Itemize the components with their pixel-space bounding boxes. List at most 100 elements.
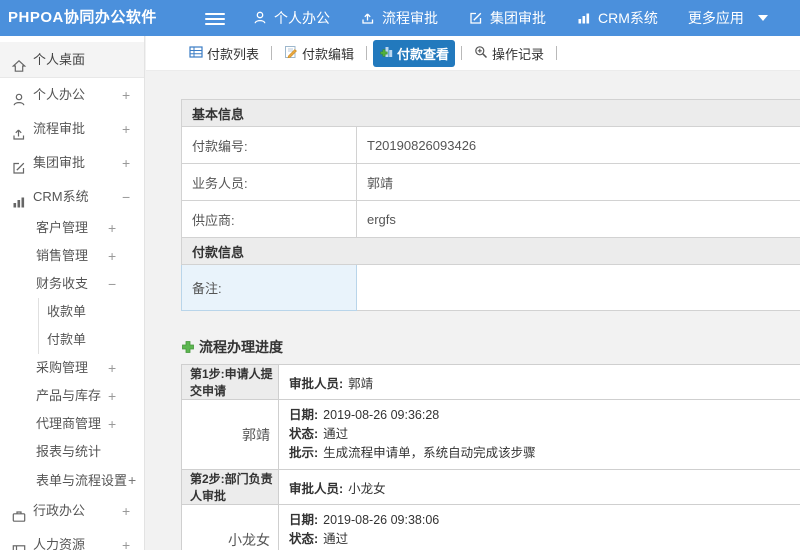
tab-bar: 付款列表 付款编辑 付款查看 操作记录 <box>146 36 800 71</box>
edit-square-icon <box>468 10 484 26</box>
sidebar-item-purchase-management[interactable]: 采购管理 + <box>0 354 144 382</box>
edit-square-icon <box>11 155 27 174</box>
collapse-minus-icon[interactable]: − <box>108 270 116 298</box>
sidebar-item-group-approval[interactable]: 集团审批 + <box>0 146 144 180</box>
tab-separator <box>271 46 273 60</box>
sidebar: 个人桌面 个人办公 + 流程审批 + 集团审批 + CRM系统 − 客户管理 +… <box>0 36 145 550</box>
section-title-text: 流程办理进度 <box>199 339 283 355</box>
remark-label: 备注: <box>181 264 357 311</box>
sidebar-item-human-resources[interactable]: 人力资源 + <box>0 528 144 550</box>
payment-list-icon <box>189 45 203 62</box>
sidebar-item-label: 代理商管理 <box>36 416 102 431</box>
tab-label: 付款查看 <box>397 46 450 62</box>
section-title: 付款信息 <box>181 237 800 265</box>
payment-number-label: 付款编号: <box>181 126 357 164</box>
sidebar-item-label: 产品与库存 <box>36 388 102 403</box>
payment-number-value: T20190826093426 <box>356 126 800 164</box>
sidebar-item-agent-management[interactable]: 代理商管理 + <box>0 410 144 438</box>
expand-plus-icon[interactable]: + <box>122 146 130 180</box>
user-icon <box>11 87 27 106</box>
approver-name: 小龙女 <box>348 481 386 496</box>
sidebar-item-customer-management[interactable]: 客户管理 + <box>0 214 144 242</box>
collapse-minus-icon[interactable]: − <box>122 180 130 214</box>
briefcase-icon <box>11 503 27 522</box>
topnav-label: 更多应用 <box>687 10 744 26</box>
flow-step-detail-row: 小龙女 日期:2019-08-26 09:38:06 状态:通过 批示:通过 <box>181 504 800 550</box>
sidebar-item-label: 个人桌面 <box>33 52 86 67</box>
content-panel: 基本信息 付款编号: T20190826093426 业务人员: 郭靖 供应商:… <box>146 71 800 550</box>
zoom-in-icon <box>474 45 488 62</box>
sidebar-item-crm-system[interactable]: CRM系统 − <box>0 180 144 214</box>
approver-name: 郭靖 <box>181 399 279 470</box>
topnav-crm-system[interactable]: CRM系统 <box>576 8 658 28</box>
main-area: 付款列表 付款编辑 付款查看 操作记录 基本信息 付款编号: T20190826… <box>146 36 800 550</box>
sidebar-item-payment-order[interactable]: 付款单 <box>0 326 144 354</box>
hamburger-menu-icon[interactable] <box>205 10 225 26</box>
expand-plus-icon[interactable]: + <box>108 242 116 270</box>
topbar: PHPOA协同办公软件 个人办公 流程审批 集团审批 CRM系统 更多应用 <box>0 0 800 36</box>
sidebar-item-personal-office[interactable]: 个人办公 + <box>0 78 144 112</box>
sidebar-item-label: 报表与统计 <box>36 444 102 459</box>
sidebar-item-reports-statistics[interactable]: 报表与统计 <box>0 438 144 466</box>
sidebar-item-administration[interactable]: 行政办公 + <box>0 494 144 528</box>
sidebar-item-label: 财务收支 <box>36 276 89 291</box>
expand-plus-icon[interactable]: + <box>122 528 130 550</box>
business-person-label: 业务人员: <box>181 163 357 201</box>
payment-view-icon <box>379 45 393 62</box>
table-section-header: 基本信息 <box>181 99 800 127</box>
sidebar-item-label: 流程审批 <box>33 121 86 136</box>
sidebar-item-label: 行政办公 <box>33 503 86 518</box>
sidebar-item-personal-desktop[interactable]: 个人桌面 <box>0 42 144 78</box>
topnav-group-approval[interactable]: 集团审批 <box>468 8 546 28</box>
expand-plus-icon[interactable]: + <box>108 214 116 242</box>
sidebar-item-label: 采购管理 <box>36 360 89 375</box>
topnav-label: 个人办公 <box>274 10 330 26</box>
approver-name: 小龙女 <box>181 504 279 550</box>
expand-plus-icon[interactable]: + <box>128 472 136 488</box>
expand-plus-icon[interactable]: + <box>108 382 116 410</box>
tab-separator <box>461 46 463 60</box>
tab-separator <box>556 46 558 60</box>
top-navigation: 个人办公 流程审批 集团审批 CRM系统 更多应用 <box>252 0 768 36</box>
step-approver-cell: 审批人员: 小龙女 <box>278 469 800 505</box>
book-icon <box>11 537 27 550</box>
supplier-value: ergfs <box>356 200 800 238</box>
flow-approval-icon <box>360 10 376 26</box>
tab-payment-list[interactable]: 付款列表 <box>183 40 265 67</box>
flow-step-header-row: 第2步:部门负责人审批 审批人员: 小龙女 <box>181 469 800 505</box>
business-person-value: 郭靖 <box>356 163 800 201</box>
topnav-personal-office[interactable]: 个人办公 <box>252 8 330 28</box>
topnav-flow-approval[interactable]: 流程审批 <box>360 8 438 28</box>
expand-plus-icon[interactable]: + <box>122 78 130 112</box>
bar-chart-icon <box>576 10 592 26</box>
topnav-label: CRM系统 <box>598 10 658 26</box>
expand-plus-icon[interactable]: + <box>108 354 116 382</box>
sidebar-item-label: 人力资源 <box>33 537 86 550</box>
tab-label: 操作记录 <box>492 46 545 62</box>
expand-plus-icon[interactable]: + <box>122 112 130 146</box>
sidebar-item-form-flow-settings[interactable]: 表单与流程设置+ <box>0 466 144 494</box>
sidebar-item-receipt-order[interactable]: 收款单 <box>0 298 144 326</box>
sidebar-item-label: CRM系统 <box>33 189 89 204</box>
tab-payment-edit[interactable]: 付款编辑 <box>278 40 360 67</box>
table-row: 备注: <box>181 264 800 311</box>
app-window: PHPOA协同办公软件 个人办公 流程审批 集团审批 CRM系统 更多应用 个人… <box>0 0 800 550</box>
flow-progress-table: 第1步:申请人提交申请 审批人员: 郭靖 郭靖 日期: 2019-08-26 09:… <box>181 364 800 550</box>
topnav-more-apps[interactable]: 更多应用 <box>688 8 768 28</box>
sidebar-item-finance[interactable]: 财务收支 − <box>0 270 144 298</box>
app-title: PHPOA协同办公软件 <box>8 9 157 26</box>
topnav-label: 集团审批 <box>490 10 546 26</box>
remark-value <box>356 264 800 311</box>
tab-operation-log[interactable]: 操作记录 <box>468 40 550 67</box>
section-title: 基本信息 <box>181 99 800 127</box>
flow-progress-title: 流程办理进度 <box>181 337 800 357</box>
sidebar-item-label: 个人办公 <box>33 87 86 102</box>
expand-plus-icon[interactable]: + <box>108 410 116 438</box>
sidebar-item-sales-management[interactable]: 销售管理 + <box>0 242 144 270</box>
sidebar-item-flow-approval[interactable]: 流程审批 + <box>0 112 144 146</box>
status-line: 状态: 通过 <box>289 427 349 441</box>
sidebar-item-product-inventory[interactable]: 产品与库存 + <box>0 382 144 410</box>
expand-plus-icon[interactable]: + <box>122 494 130 528</box>
tab-payment-view[interactable]: 付款查看 <box>373 39 456 67</box>
home-icon <box>11 52 27 72</box>
